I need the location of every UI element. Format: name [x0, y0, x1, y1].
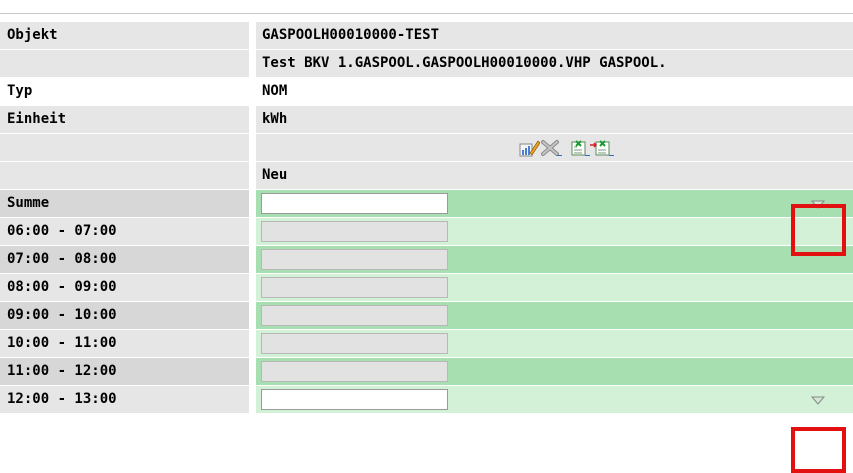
- row-neu: Neu: [0, 162, 853, 190]
- hour-input[interactable]: [261, 389, 448, 410]
- row-description: Test BKV 1.GASPOOL.GASPOOLH00010000.VHP …: [0, 50, 853, 78]
- chevron-down-icon[interactable]: [808, 392, 828, 408]
- grid: Objekt GASPOOLH00010000-TEST Test BKV 1.…: [0, 22, 853, 414]
- row-label: 08:00 - 09:00: [0, 274, 249, 301]
- row-label: 06:00 - 07:00: [0, 218, 249, 245]
- top-bar: [0, 0, 853, 14]
- top-divider: [0, 13, 853, 14]
- highlight-box: [791, 204, 846, 256]
- row-hour: 09:00 - 10:00: [0, 302, 853, 330]
- row-typ: Typ NOM: [0, 78, 853, 106]
- row-hour: 07:00 - 08:00: [0, 246, 853, 274]
- row-hour: 08:00 - 09:00: [0, 274, 853, 302]
- row-objekt: Objekt GASPOOLH00010000-TEST: [0, 22, 853, 50]
- delete-icon[interactable]: [540, 138, 562, 158]
- row-value: Test BKV 1.GASPOOL.GASPOOLH00010000.VHP …: [256, 50, 853, 77]
- row-hour: 11:00 - 12:00: [0, 358, 853, 386]
- row-hour: 12:00 - 13:00: [0, 386, 853, 414]
- row-value: GASPOOLH00010000-TEST: [256, 22, 853, 49]
- row-label: 12:00 - 13:00: [0, 386, 249, 413]
- row-label: 10:00 - 11:00: [0, 330, 249, 357]
- row-label: 07:00 - 08:00: [0, 246, 249, 273]
- summe-input[interactable]: [261, 193, 448, 214]
- hour-input[interactable]: [261, 361, 448, 382]
- edit-icon[interactable]: [518, 138, 540, 158]
- row-label: [0, 50, 249, 77]
- row-value: [256, 134, 853, 161]
- hour-input[interactable]: [261, 221, 448, 242]
- hour-input[interactable]: [261, 277, 448, 298]
- row-label: Typ: [0, 78, 249, 105]
- hour-input[interactable]: [261, 249, 448, 270]
- row-label: Einheit: [0, 106, 249, 133]
- highlight-box: [791, 427, 846, 473]
- column-separator: [249, 22, 256, 473]
- row-value: kWh: [256, 106, 853, 133]
- hour-input[interactable]: [261, 305, 448, 326]
- data-grid-frame: Objekt GASPOOLH00010000-TEST Test BKV 1.…: [0, 0, 853, 473]
- row-summe: Summe: [0, 190, 853, 218]
- import-icon[interactable]: [590, 138, 614, 158]
- row-einheit: Einheit kWh: [0, 106, 853, 134]
- row-hour: 10:00 - 11:00: [0, 330, 853, 358]
- row-hour: 06:00 - 07:00: [0, 218, 853, 246]
- row-actions: [0, 134, 853, 162]
- row-label: [0, 162, 249, 189]
- row-label: [0, 134, 249, 161]
- export-icon[interactable]: [568, 138, 590, 158]
- hour-input[interactable]: [261, 333, 448, 354]
- row-label: Objekt: [0, 22, 249, 49]
- row-value: NOM: [256, 78, 853, 105]
- row-label: 11:00 - 12:00: [0, 358, 249, 385]
- row-label: 09:00 - 10:00: [0, 302, 249, 329]
- row-label: Summe: [0, 190, 249, 217]
- neu-label: Neu: [256, 162, 853, 189]
